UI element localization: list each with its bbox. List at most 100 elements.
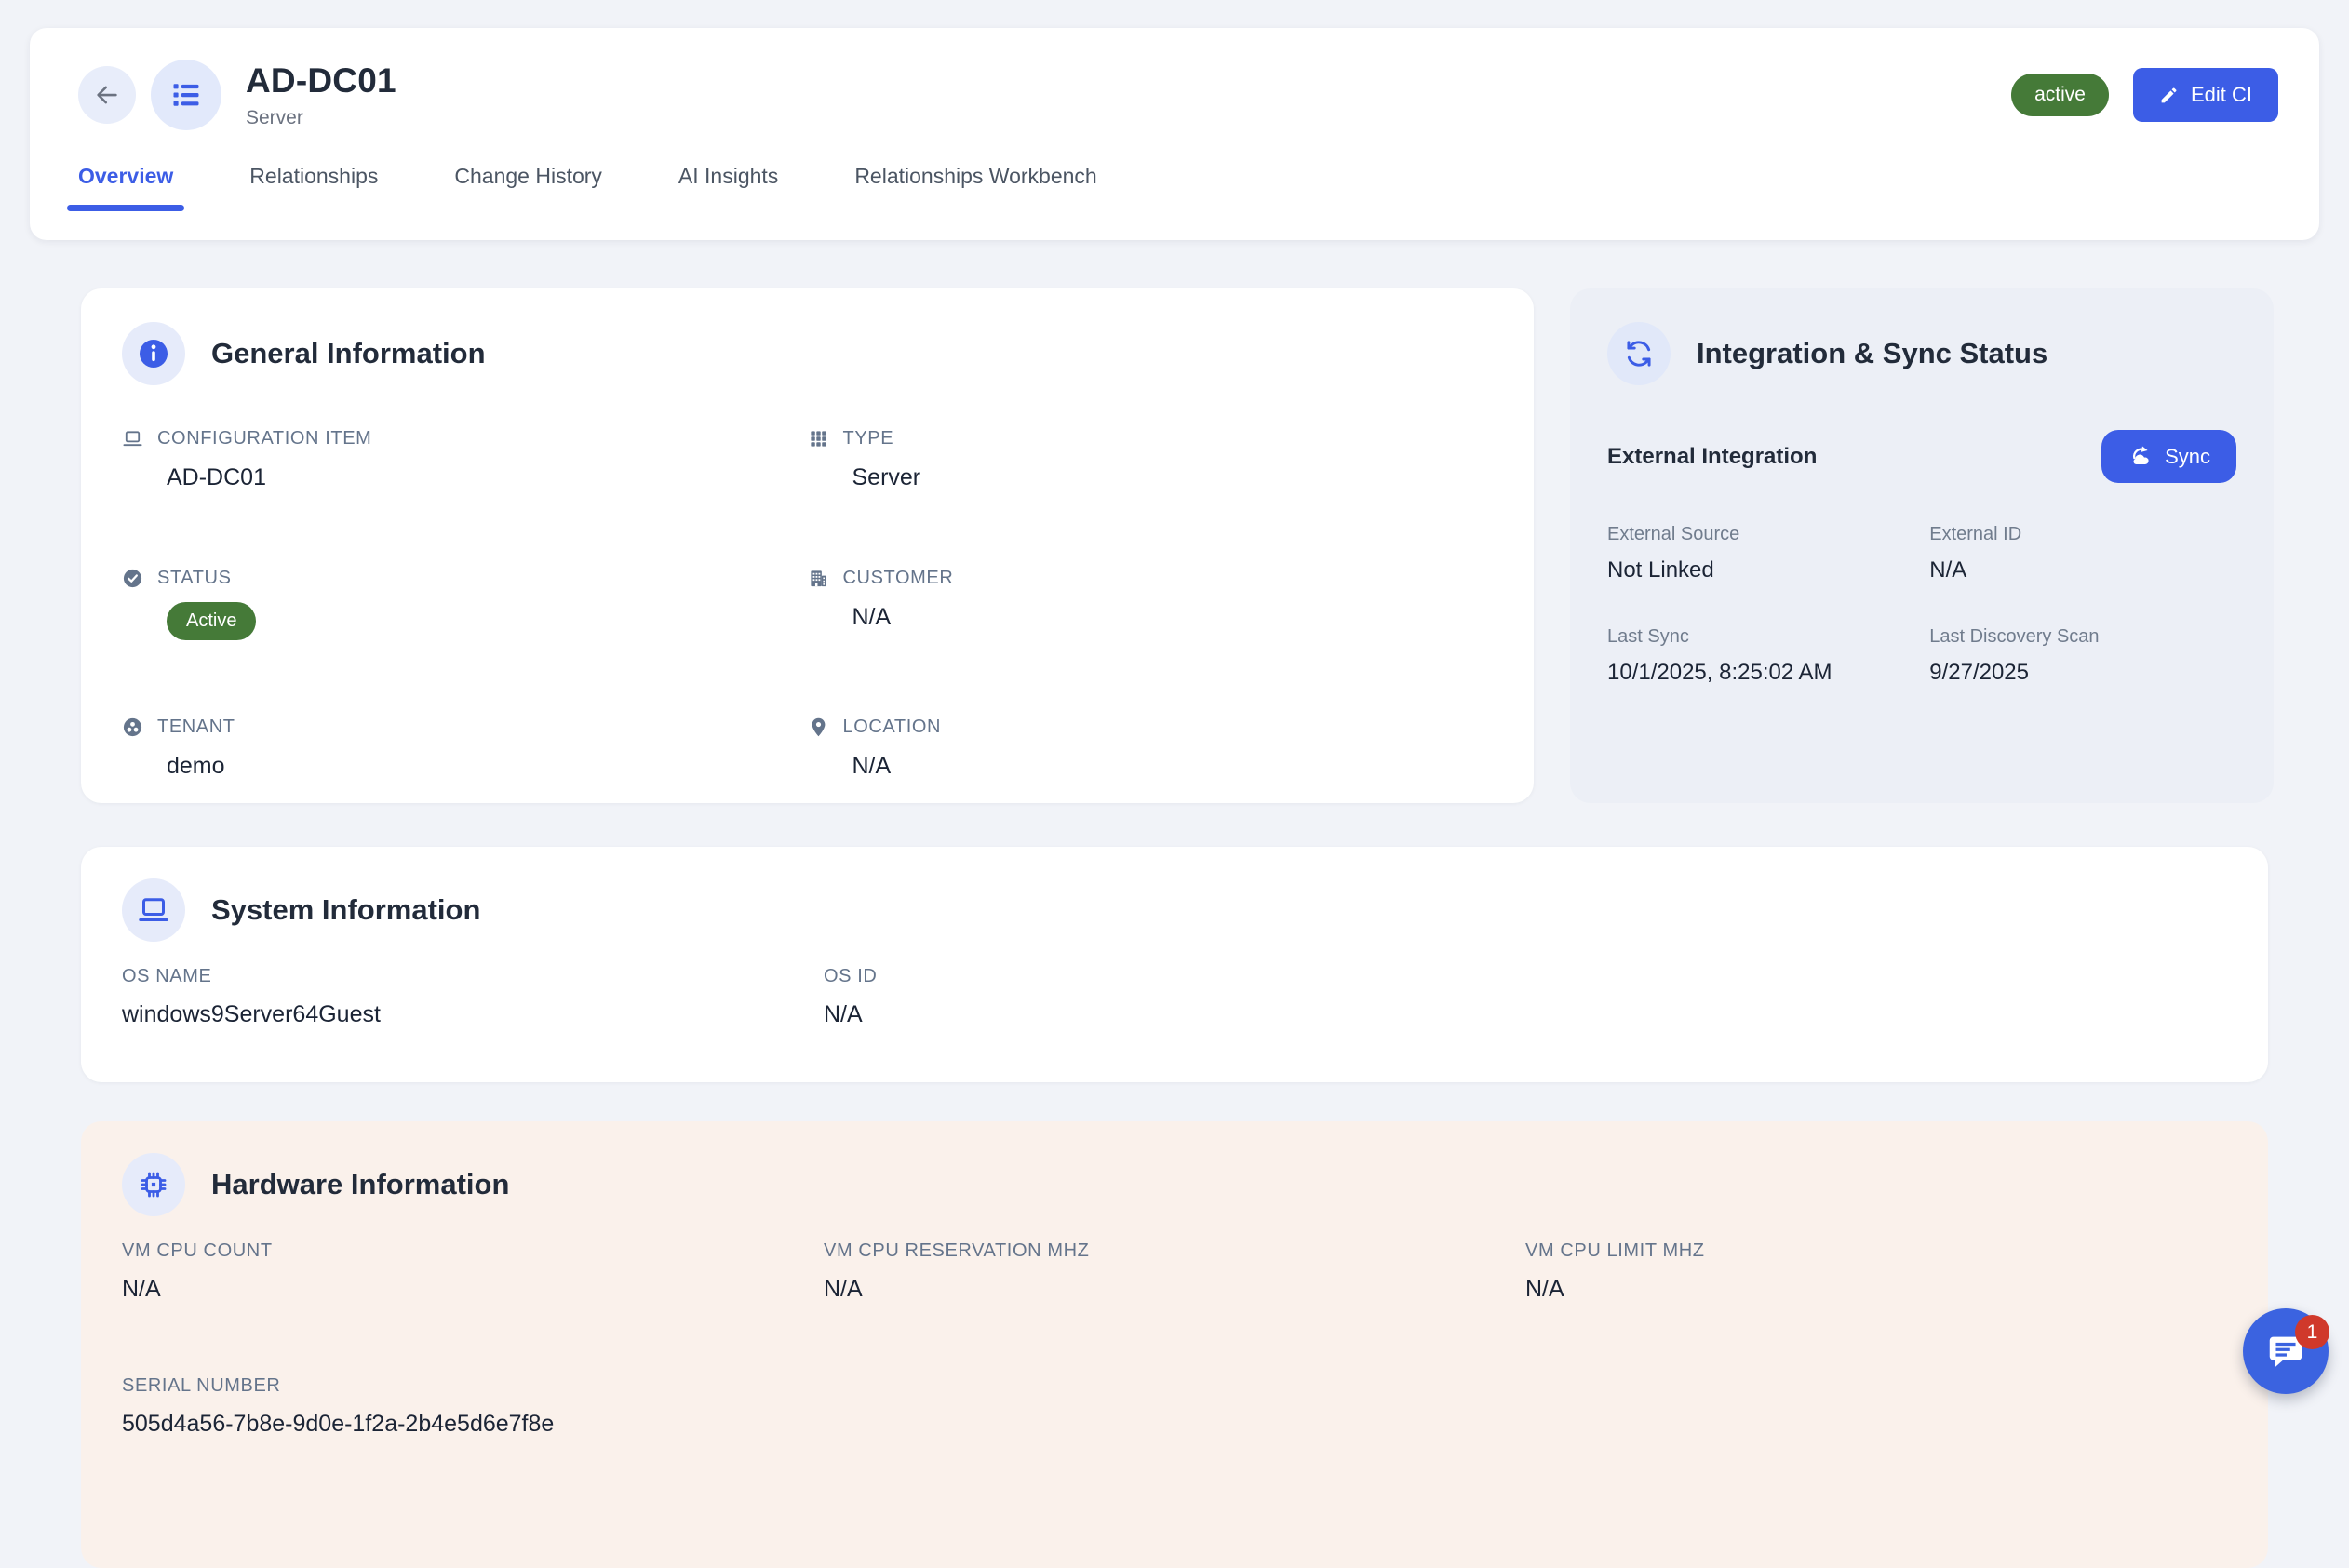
field-os-name: OS NAME windows9Server64Guest (122, 966, 824, 1028)
field-label: OS NAME (122, 966, 824, 987)
back-button[interactable] (78, 66, 136, 124)
field-customer: CUSTOMER N/A (808, 568, 1494, 640)
field-label: TENANT (157, 717, 235, 738)
field-value: N/A (852, 753, 1494, 780)
cloud-sync-icon (2128, 444, 2153, 469)
field-serial-number: SERIAL NUMBER 505d4a56-7b8e-9d0e-1f2a-2b… (122, 1375, 2227, 1438)
tab-bar: Overview Relationships Change History AI… (78, 164, 2278, 211)
field-value: Server (852, 464, 1494, 491)
field-label: LOCATION (843, 717, 942, 738)
external-integration-row: External Integration Sync (1607, 430, 2236, 483)
field-empty (1525, 966, 2227, 1028)
field-last-sync: Last Sync 10/1/2025, 8:25:02 AM (1607, 626, 1929, 686)
field-label: TYPE (843, 428, 894, 449)
field-value: N/A (1525, 1276, 2227, 1303)
hardware-card-title: Hardware Information (211, 1168, 509, 1201)
field-status: STATUS Active (122, 568, 808, 640)
header-actions: active Edit CI (2011, 68, 2278, 122)
field-value: N/A (824, 1276, 1525, 1303)
field-os-id: OS ID N/A (824, 966, 1525, 1028)
field-value: demo (167, 753, 808, 780)
field-label: External ID (1929, 524, 2236, 545)
ci-type-badge (151, 60, 221, 130)
general-information-card: General Information CONFIGURATION ITEM A… (81, 288, 1534, 803)
header-row: AD-DC01 Server active Edit CI (78, 60, 2278, 130)
active-status-badge: Active (167, 602, 256, 640)
field-vm-cpu-limit-mhz: VM CPU LIMIT MHZ N/A (1525, 1240, 2227, 1303)
header-card: AD-DC01 Server active Edit CI Overview R… (30, 28, 2319, 240)
system-information-card: System Information OS NAME windows9Serve… (81, 847, 2268, 1082)
system-icon-circle (122, 878, 185, 942)
external-integration-title: External Integration (1607, 444, 1817, 470)
field-configuration-item: CONFIGURATION ITEM AD-DC01 (122, 428, 808, 491)
field-value: AD-DC01 (167, 464, 808, 491)
field-value: 9/27/2025 (1929, 660, 2236, 686)
location-pin-icon (808, 717, 829, 738)
status-badge: active (2011, 74, 2109, 116)
sync-button[interactable]: Sync (2101, 430, 2236, 483)
system-card-header: System Information (122, 878, 2227, 942)
field-last-discovery-scan: Last Discovery Scan 9/27/2025 (1929, 626, 2236, 686)
arrow-left-icon (93, 81, 121, 109)
general-card-header: General Information (122, 322, 1493, 385)
system-fields-grid: OS NAME windows9Server64Guest OS ID N/A (122, 966, 2227, 1028)
field-value: N/A (1929, 557, 2236, 583)
general-icon-circle (122, 322, 185, 385)
general-card-title: General Information (211, 337, 486, 370)
chat-fab-button[interactable]: 1 (2243, 1308, 2329, 1394)
edit-ci-button[interactable]: Edit CI (2133, 68, 2278, 122)
pencil-icon (2159, 86, 2179, 105)
field-value: Not Linked (1607, 557, 1929, 583)
integration-fields-grid: External Source Not Linked External ID N… (1607, 524, 2236, 686)
field-external-source: External Source Not Linked (1607, 524, 1929, 583)
tab-change-history[interactable]: Change History (454, 164, 602, 211)
field-value: 10/1/2025, 8:25:02 AM (1607, 660, 1929, 686)
hardware-icon-circle (122, 1153, 185, 1216)
field-label: VM CPU COUNT (122, 1240, 824, 1262)
sync-arrows-icon (1623, 338, 1655, 369)
cpu-chip-icon (137, 1168, 170, 1201)
field-label: VM CPU RESERVATION MHZ (824, 1240, 1525, 1262)
field-label: CONFIGURATION ITEM (157, 428, 371, 449)
field-label: CUSTOMER (843, 568, 954, 589)
title-block: AD-DC01 Server (246, 61, 396, 129)
tab-relationships-workbench[interactable]: Relationships Workbench (854, 164, 1096, 211)
field-value: windows9Server64Guest (122, 1001, 824, 1028)
check-circle-icon (122, 568, 143, 589)
hardware-information-card: Hardware Information VM CPU COUNT N/A VM… (81, 1121, 2268, 1568)
field-label: OS ID (824, 966, 1525, 987)
laptop-icon (137, 893, 170, 927)
field-label: External Source (1607, 524, 1929, 545)
tab-overview[interactable]: Overview (78, 164, 173, 211)
tab-relationships[interactable]: Relationships (249, 164, 378, 211)
field-label: Last Discovery Scan (1929, 626, 2236, 648)
grid-icon (808, 428, 829, 449)
field-value: 505d4a56-7b8e-9d0e-1f2a-2b4e5d6e7f8e (122, 1411, 2227, 1438)
field-value: N/A (852, 604, 1494, 631)
field-vm-cpu-reservation-mhz: VM CPU RESERVATION MHZ N/A (824, 1240, 1525, 1303)
integration-sync-card: Integration & Sync Status External Integ… (1570, 288, 2274, 803)
integration-card-title: Integration & Sync Status (1697, 337, 2047, 370)
field-location: LOCATION N/A (808, 717, 1494, 780)
edit-ci-label: Edit CI (2191, 83, 2252, 107)
field-label: STATUS (157, 568, 232, 589)
tab-ai-insights[interactable]: AI Insights (678, 164, 778, 211)
field-value: N/A (824, 1001, 1525, 1028)
page-subtitle: Server (246, 107, 396, 129)
sync-button-label: Sync (2165, 445, 2210, 469)
integration-icon-circle (1607, 322, 1671, 385)
tenant-cluster-icon (122, 717, 143, 738)
field-type: TYPE Server (808, 428, 1494, 491)
chat-notification-badge: 1 (2295, 1315, 2329, 1349)
building-icon (808, 568, 829, 589)
field-value: N/A (122, 1276, 824, 1303)
general-fields-grid: CONFIGURATION ITEM AD-DC01 TYPE Server (122, 428, 1493, 780)
integration-card-header: Integration & Sync Status (1607, 322, 2236, 385)
field-external-id: External ID N/A (1929, 524, 2236, 583)
field-label: SERIAL NUMBER (122, 1375, 2227, 1397)
field-tenant: TENANT demo (122, 717, 808, 780)
page-title: AD-DC01 (246, 61, 396, 101)
hardware-fields-grid: VM CPU COUNT N/A VM CPU RESERVATION MHZ … (122, 1240, 2227, 1303)
laptop-icon (122, 428, 143, 449)
field-label: VM CPU LIMIT MHZ (1525, 1240, 2227, 1262)
